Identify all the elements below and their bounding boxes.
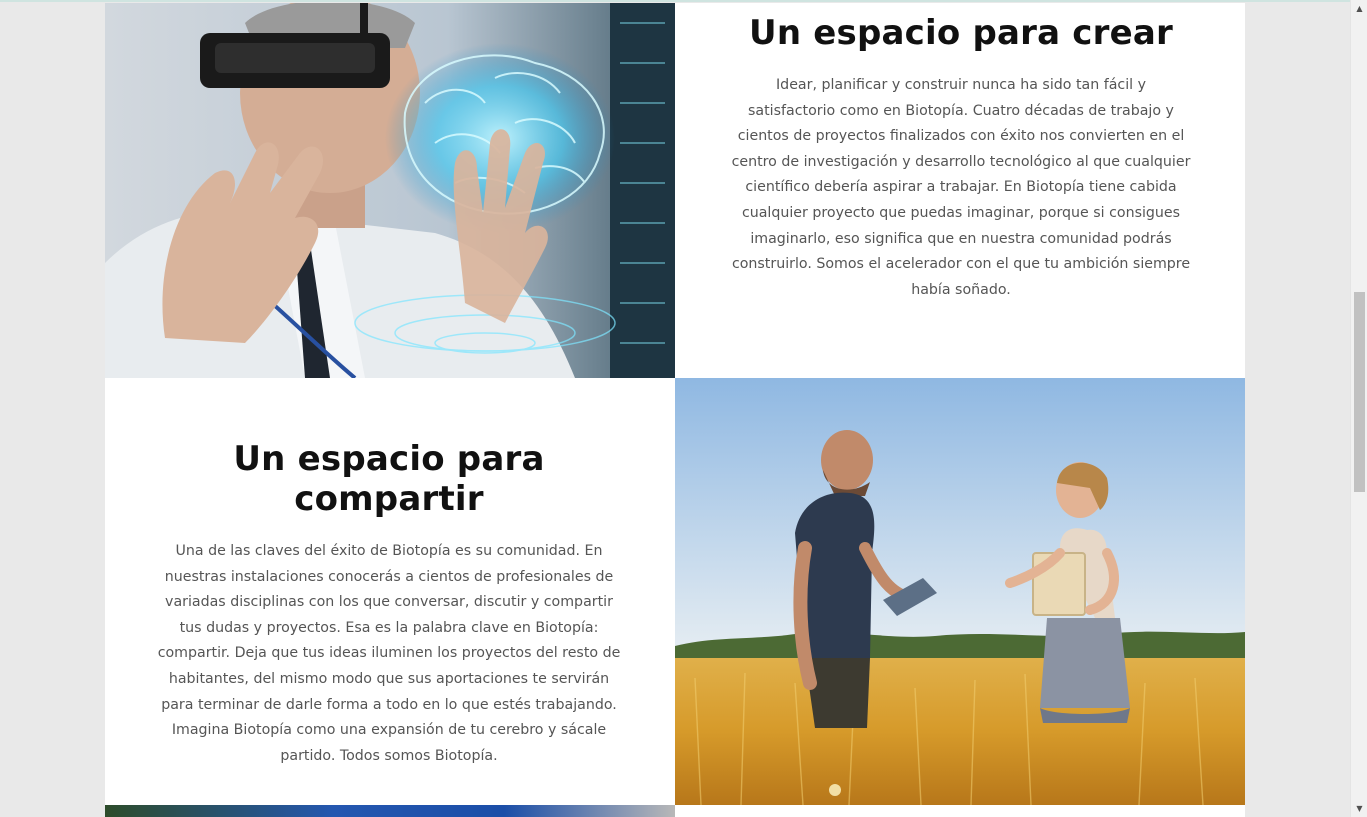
section-share: Un espacio para compartir Una de las cla…: [157, 439, 621, 769]
section-create-title: Un espacio para crear: [749, 13, 1173, 53]
scrollbar-thumb[interactable]: [1354, 292, 1365, 492]
section-create: Un espacio para crear Idear, planificar …: [731, 13, 1191, 303]
scroll-down-arrow-icon[interactable]: ▼: [1351, 800, 1367, 817]
scroll-up-arrow-icon[interactable]: ▲: [1351, 0, 1367, 17]
content-grid: Un espacio para crear Idear, planificar …: [105, 3, 1245, 817]
top-border: [0, 0, 1350, 2]
section-share-body: Una de las claves del éxito de Biotopía …: [157, 543, 621, 764]
section-share-title: Un espacio para compartir: [233, 439, 545, 519]
wheat-field-conversation-image: [675, 378, 1245, 805]
scientist-vr-brain-image: [105, 3, 675, 378]
next-section-image: [105, 805, 675, 817]
section-create-body: Idear, planificar y construir nunca ha s…: [731, 77, 1191, 298]
vertical-scrollbar[interactable]: ▲ ▼: [1350, 0, 1367, 817]
